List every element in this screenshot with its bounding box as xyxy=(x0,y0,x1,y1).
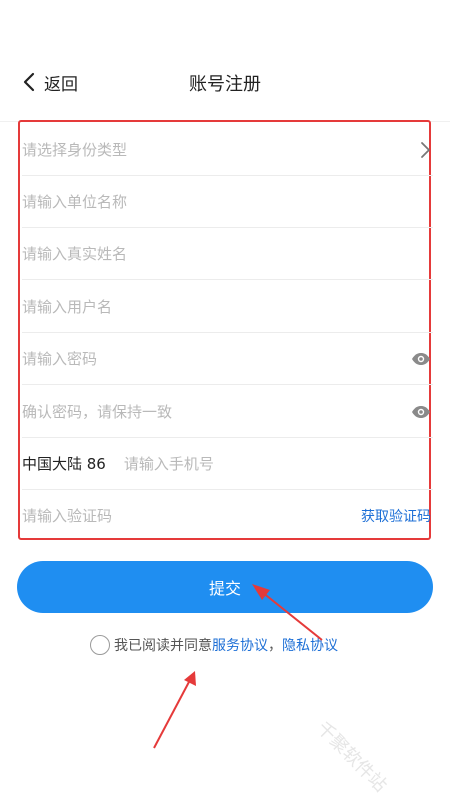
submit-button[interactable]: 提交 xyxy=(17,561,433,613)
header: 返回 账号注册 xyxy=(0,56,450,108)
verification-code-row: 获取验证码 xyxy=(22,490,433,542)
arrow-to-agreement-icon xyxy=(153,671,196,749)
register-page: 返回 账号注册 请选择身份类型 请输入单位名称 请输入真实姓名 请输入用户名 中… xyxy=(0,0,450,800)
real-name-row xyxy=(22,228,433,280)
eye-icon xyxy=(412,405,430,418)
confirm-password-visibility-toggle[interactable] xyxy=(411,405,431,419)
page-title: 账号注册 xyxy=(189,74,261,95)
watermark: 千聚软件站 xyxy=(312,717,391,797)
username-row xyxy=(22,281,433,333)
real-name-input[interactable] xyxy=(22,238,433,269)
verification-code-input[interactable] xyxy=(22,501,361,531)
agreement-checkbox[interactable] xyxy=(90,635,110,655)
privacy-policy-link[interactable]: 隐私协议 xyxy=(282,635,338,655)
agreement-separator: ， xyxy=(268,638,282,654)
password-input[interactable] xyxy=(22,343,411,374)
identity-type-select[interactable]: 请选择身份类型 xyxy=(22,124,433,176)
confirm-password-row xyxy=(22,386,433,438)
region-code-selector[interactable]: 中国大陆 86 xyxy=(22,453,106,474)
registration-form: 请选择身份类型 请输入单位名称 请输入真实姓名 请输入用户名 中国大陆 86 请… xyxy=(18,120,433,542)
agreement-row: 我已阅读并同意 服务协议 ， 隐私协议 xyxy=(90,632,338,658)
password-row xyxy=(22,333,433,385)
service-agreement-link[interactable]: 服务协议 xyxy=(212,635,268,655)
phone-input[interactable] xyxy=(123,448,433,479)
username-input[interactable] xyxy=(22,291,433,322)
phone-row: 中国大陆 86 xyxy=(22,438,433,490)
get-code-button[interactable]: 获取验证码 xyxy=(361,506,431,526)
eye-icon xyxy=(412,352,430,365)
confirm-password-input[interactable] xyxy=(22,396,411,427)
organization-row xyxy=(22,176,433,228)
agreement-text: 我已阅读并同意 xyxy=(114,638,212,654)
identity-type-placeholder: 请选择身份类型 xyxy=(22,141,128,159)
password-visibility-toggle[interactable] xyxy=(411,352,431,366)
chevron-right-icon xyxy=(421,141,430,158)
organization-input[interactable] xyxy=(22,186,433,217)
